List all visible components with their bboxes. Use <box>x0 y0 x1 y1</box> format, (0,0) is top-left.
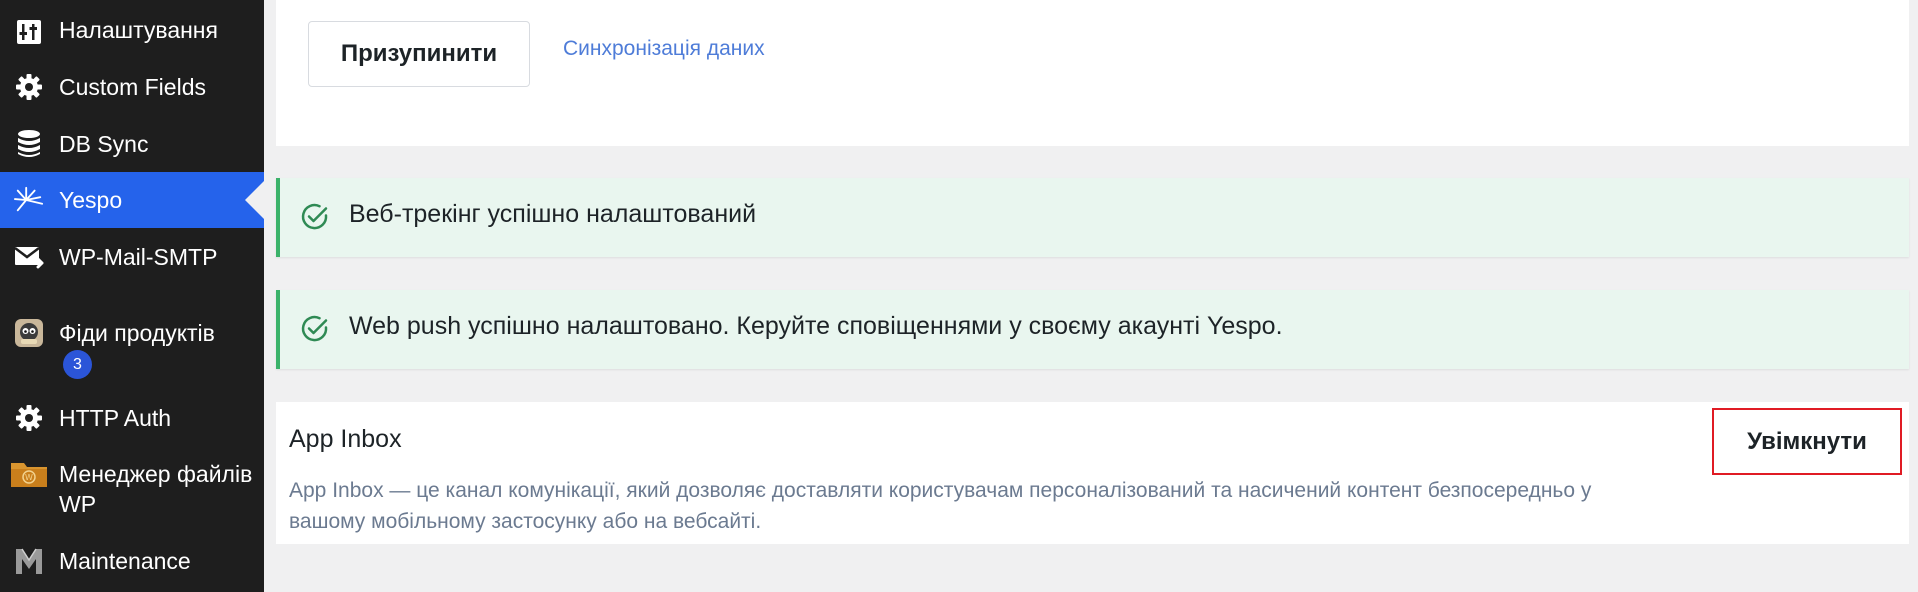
sidebar-item-label: HTTP Auth <box>59 405 172 431</box>
notice-message: Web push успішно налаштовано. Керуйте сп… <box>349 312 1283 340</box>
notice-message: Веб-трекінг успішно налаштований <box>349 200 757 228</box>
maintenance-logo-icon <box>14 546 44 576</box>
sidebar-item-file-manager[interactable]: W Менеджер файлів WP <box>0 459 264 521</box>
sidebar-item-label: WP-Mail-SMTP <box>59 244 218 270</box>
enable-button-label: Увімкнути <box>1747 427 1867 455</box>
data-sync-link[interactable]: Синхронізація даних <box>563 37 765 61</box>
mail-send-icon <box>14 242 44 272</box>
sidebar-item-http-auth[interactable]: HTTP Auth <box>0 403 264 437</box>
settings-sliders-icon <box>14 17 44 47</box>
sidebar-item-label: Налаштування <box>59 17 218 43</box>
enable-app-inbox-button[interactable]: Увімкнути <box>1712 408 1902 475</box>
sidebar-item-label-continued: WP <box>59 491 97 517</box>
sidebar-item-label: DB Sync <box>59 131 149 157</box>
sidebar-item-label: Менеджер файлів <box>59 461 253 487</box>
sidebar-item-product-feeds[interactable]: Фіди продуктів <box>0 318 264 384</box>
sidebar-item-yespo[interactable]: Yespo <box>0 172 264 228</box>
sidebar-item-label: Yespo <box>59 187 123 213</box>
app-inbox-title: App Inbox <box>289 425 402 453</box>
sidebar-item-label: Maintenance <box>59 548 191 574</box>
pause-button[interactable]: Призупинити <box>308 21 530 87</box>
feed-plugin-icon <box>14 318 44 348</box>
sidebar-item-wp-mail-smtp[interactable]: WP-Mail-SMTP <box>0 242 264 276</box>
yespo-logo-icon <box>14 185 44 215</box>
sidebar-item-label: Фіди продуктів <box>59 320 215 346</box>
check-circle-icon <box>301 315 328 342</box>
sidebar-item-settings[interactable]: Налаштування <box>0 15 264 49</box>
sidebar-item-maintenance[interactable]: Maintenance <box>0 546 264 580</box>
check-circle-icon <box>301 203 328 230</box>
svg-text:W: W <box>25 473 33 482</box>
sidebar-item-label: Custom Fields <box>59 74 206 100</box>
database-icon <box>14 129 44 159</box>
file-manager-icon: W <box>10 459 48 489</box>
sidebar-item-custom-fields[interactable]: Custom Fields <box>0 72 264 106</box>
update-count-badge: 3 <box>63 350 92 379</box>
success-notice-web-tracking: Веб-трекінг успішно налаштований <box>276 178 1909 257</box>
gear-icon <box>14 403 44 433</box>
pause-button-label: Призупинити <box>340 40 498 67</box>
app-inbox-description: App Inbox — це канал комунікації, який д… <box>289 479 1592 533</box>
sidebar-item-db-sync[interactable]: DB Sync <box>0 129 264 163</box>
success-notice-web-push: Web push успішно налаштовано. Керуйте сп… <box>276 290 1909 369</box>
admin-sidebar: Налаштування Custom Fields DB Sync Yespo… <box>0 0 264 592</box>
gear-icon <box>14 72 44 102</box>
